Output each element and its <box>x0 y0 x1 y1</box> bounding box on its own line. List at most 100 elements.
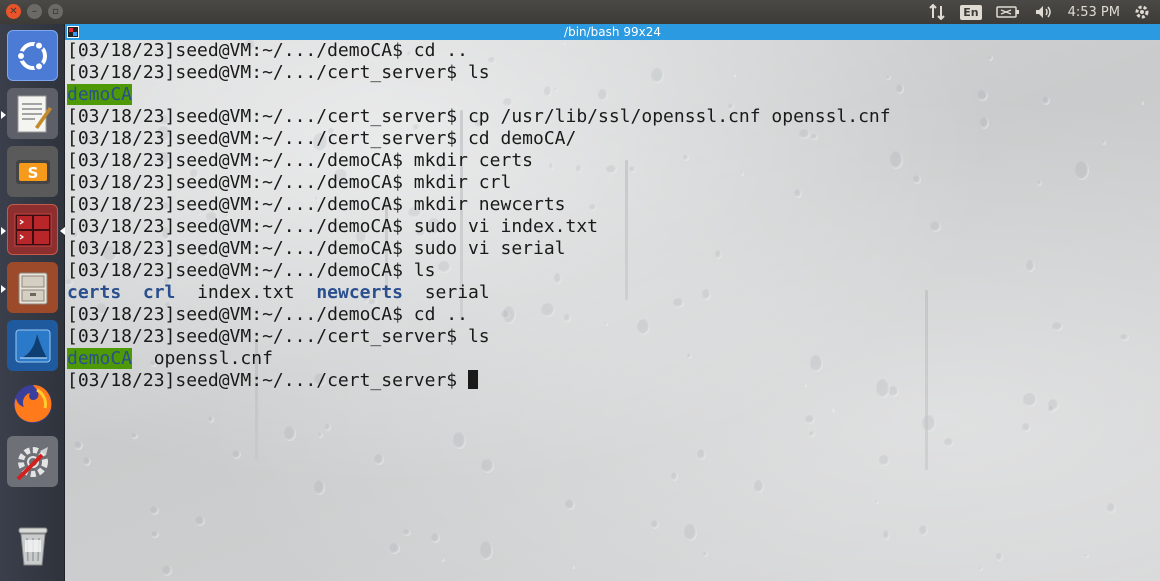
file-manager-button[interactable] <box>7 262 58 313</box>
command-text: cp /usr/lib/ssl/openssl.cnf openssl.cnf <box>467 106 891 127</box>
raindrop <box>231 449 242 460</box>
raindrop <box>1047 406 1055 413</box>
directory-entry: demoCA <box>67 84 133 105</box>
raindrop <box>431 533 440 544</box>
prompt-line: [03/18/23]seed@VM:~/.../cert_server$ cd … <box>67 128 1157 150</box>
close-icon[interactable]: ✕ <box>6 4 21 19</box>
raindrop <box>452 432 467 449</box>
prompt-line: [03/18/23]seed@VM:~/.../demoCA$ sudo vi … <box>67 238 1157 260</box>
raindrop <box>151 530 159 539</box>
terminal-output[interactable]: [03/18/23]seed@VM:~/.../demoCA$ cd .. [03… <box>67 40 1157 392</box>
directory-entry: crl <box>142 282 176 303</box>
raindrop <box>130 433 138 439</box>
prompt-line: [03/18/23]seed@VM:~/.../demoCA$ mkdir ne… <box>67 194 1157 216</box>
raindrop <box>879 454 891 466</box>
text-editor-button[interactable] <box>7 88 58 139</box>
running-indicator <box>1 111 6 119</box>
file-entry: openssl.cnf <box>153 348 273 369</box>
svg-text:S: S <box>27 164 38 182</box>
terminal-title: /bin/bash 99x24 <box>564 25 661 39</box>
raindrop <box>754 479 764 493</box>
volume-icon[interactable] <box>1034 4 1054 20</box>
minimize-icon[interactable]: – <box>27 4 42 19</box>
firefox-button[interactable] <box>7 378 58 429</box>
raindrop <box>373 454 384 465</box>
raindrop <box>996 553 1003 562</box>
prompt-text: [03/18/23]seed@VM:~/.../demoCA$ <box>67 194 414 215</box>
command-text: cd .. <box>413 40 468 61</box>
raindrop <box>1083 554 1090 559</box>
running-indicator <box>1 227 6 235</box>
prompt-line: [03/18/23]seed@VM:~/.../demoCA$ mkdir ce… <box>67 150 1157 172</box>
firefox-icon <box>13 384 52 423</box>
prompt-line: [03/18/23]seed@VM:~/.../cert_server$ ls <box>67 326 1157 348</box>
raindrop <box>564 498 575 510</box>
raindrop <box>1023 392 1038 407</box>
prompt-line: [03/18/23]seed@VM:~/.../demoCA$ cd .. <box>67 304 1157 326</box>
directory-entry: demoCA <box>67 348 133 369</box>
system-tray: En 4:53 PM <box>928 0 1150 24</box>
output-line: demoCA <box>67 84 1157 106</box>
raindrop <box>403 528 411 537</box>
top-panel: ✕ – ▫ En 4:53 PM <box>0 0 1160 24</box>
raindrop <box>479 541 494 561</box>
maximize-icon[interactable]: ▫ <box>48 4 63 19</box>
launcher: S <box>0 24 65 581</box>
raindrop <box>978 567 984 572</box>
file-cabinet-icon <box>18 272 47 304</box>
raindrop <box>325 422 332 431</box>
command-text: cd .. <box>413 304 468 325</box>
raindrop <box>804 414 815 424</box>
file-entry: serial <box>424 282 490 303</box>
gear-icon[interactable] <box>1134 4 1150 20</box>
terminal-button[interactable] <box>7 204 58 255</box>
raindrop <box>83 456 92 467</box>
sublime-text-button[interactable]: S <box>7 146 58 197</box>
separator <box>132 348 154 369</box>
command-text: sudo vi index.txt <box>413 216 599 237</box>
raindrop <box>195 516 205 527</box>
raindrop <box>671 471 679 481</box>
prompt-text: [03/18/23]seed@VM:~/.../cert_server$ <box>67 62 468 83</box>
network-arrows-icon[interactable] <box>928 4 946 20</box>
raindrop <box>703 551 708 557</box>
separator <box>403 282 425 303</box>
separator <box>121 282 143 303</box>
trash-icon <box>18 527 47 565</box>
prompt-text: [03/18/23]seed@VM:~/.../demoCA$ <box>67 238 414 259</box>
system-settings-button[interactable] <box>7 436 58 487</box>
command-text: sudo vi serial <box>413 238 566 259</box>
prompt-line: [03/18/23]seed@VM:~/.../demoCA$ cd .. <box>67 40 1157 62</box>
terminal-menu-icon[interactable] <box>67 26 79 38</box>
raindrop <box>882 530 891 541</box>
wireshark-button[interactable] <box>7 320 58 371</box>
raindrop <box>74 440 83 450</box>
command-text: mkdir newcerts <box>413 194 566 215</box>
terminal-title-bar[interactable]: /bin/bash 99x24 <box>65 24 1160 40</box>
ubuntu-dash-button[interactable] <box>7 30 58 81</box>
output-line: demoCA openssl.cnf <box>67 348 1157 370</box>
prompt-text: [03/18/23]seed@VM:~/.../cert_server$ <box>67 326 468 347</box>
raindrop <box>389 542 400 554</box>
language-indicator[interactable]: En <box>960 4 982 20</box>
trash-button[interactable] <box>7 520 58 571</box>
directory-entry: newcerts <box>316 282 404 303</box>
clock[interactable]: 4:53 PM <box>1068 5 1120 20</box>
terminal-window[interactable]: /bin/bash 99x24 [03/18/23]seed@VM:~/.../… <box>65 24 1160 581</box>
prompt-text: [03/18/23]seed@VM:~/.../demoCA$ <box>67 216 414 237</box>
prompt-text: [03/18/23]seed@VM:~/.../demoCA$ <box>67 40 414 61</box>
text-cursor <box>467 370 478 389</box>
battery-icon[interactable] <box>995 5 1020 19</box>
prompt-text: [03/18/23]seed@VM:~/.../demoCA$ <box>67 172 414 193</box>
raindrop <box>650 520 660 529</box>
raindrop <box>314 480 326 495</box>
separator <box>295 282 317 303</box>
terminal-body[interactable]: [03/18/23]seed@VM:~/.../demoCA$ cd .. [03… <box>65 40 1160 581</box>
prompt-text: [03/18/23]seed@VM:~/.../demoCA$ <box>67 260 414 281</box>
prompt-text: [03/18/23]seed@VM:~/.../demoCA$ <box>67 150 414 171</box>
wireshark-fin-icon <box>15 329 50 362</box>
raindrop <box>1022 422 1032 433</box>
raindrop <box>481 459 495 474</box>
prompt-line: [03/18/23]seed@VM:~/.../demoCA$ ls <box>67 260 1157 282</box>
raindrop <box>571 564 576 569</box>
